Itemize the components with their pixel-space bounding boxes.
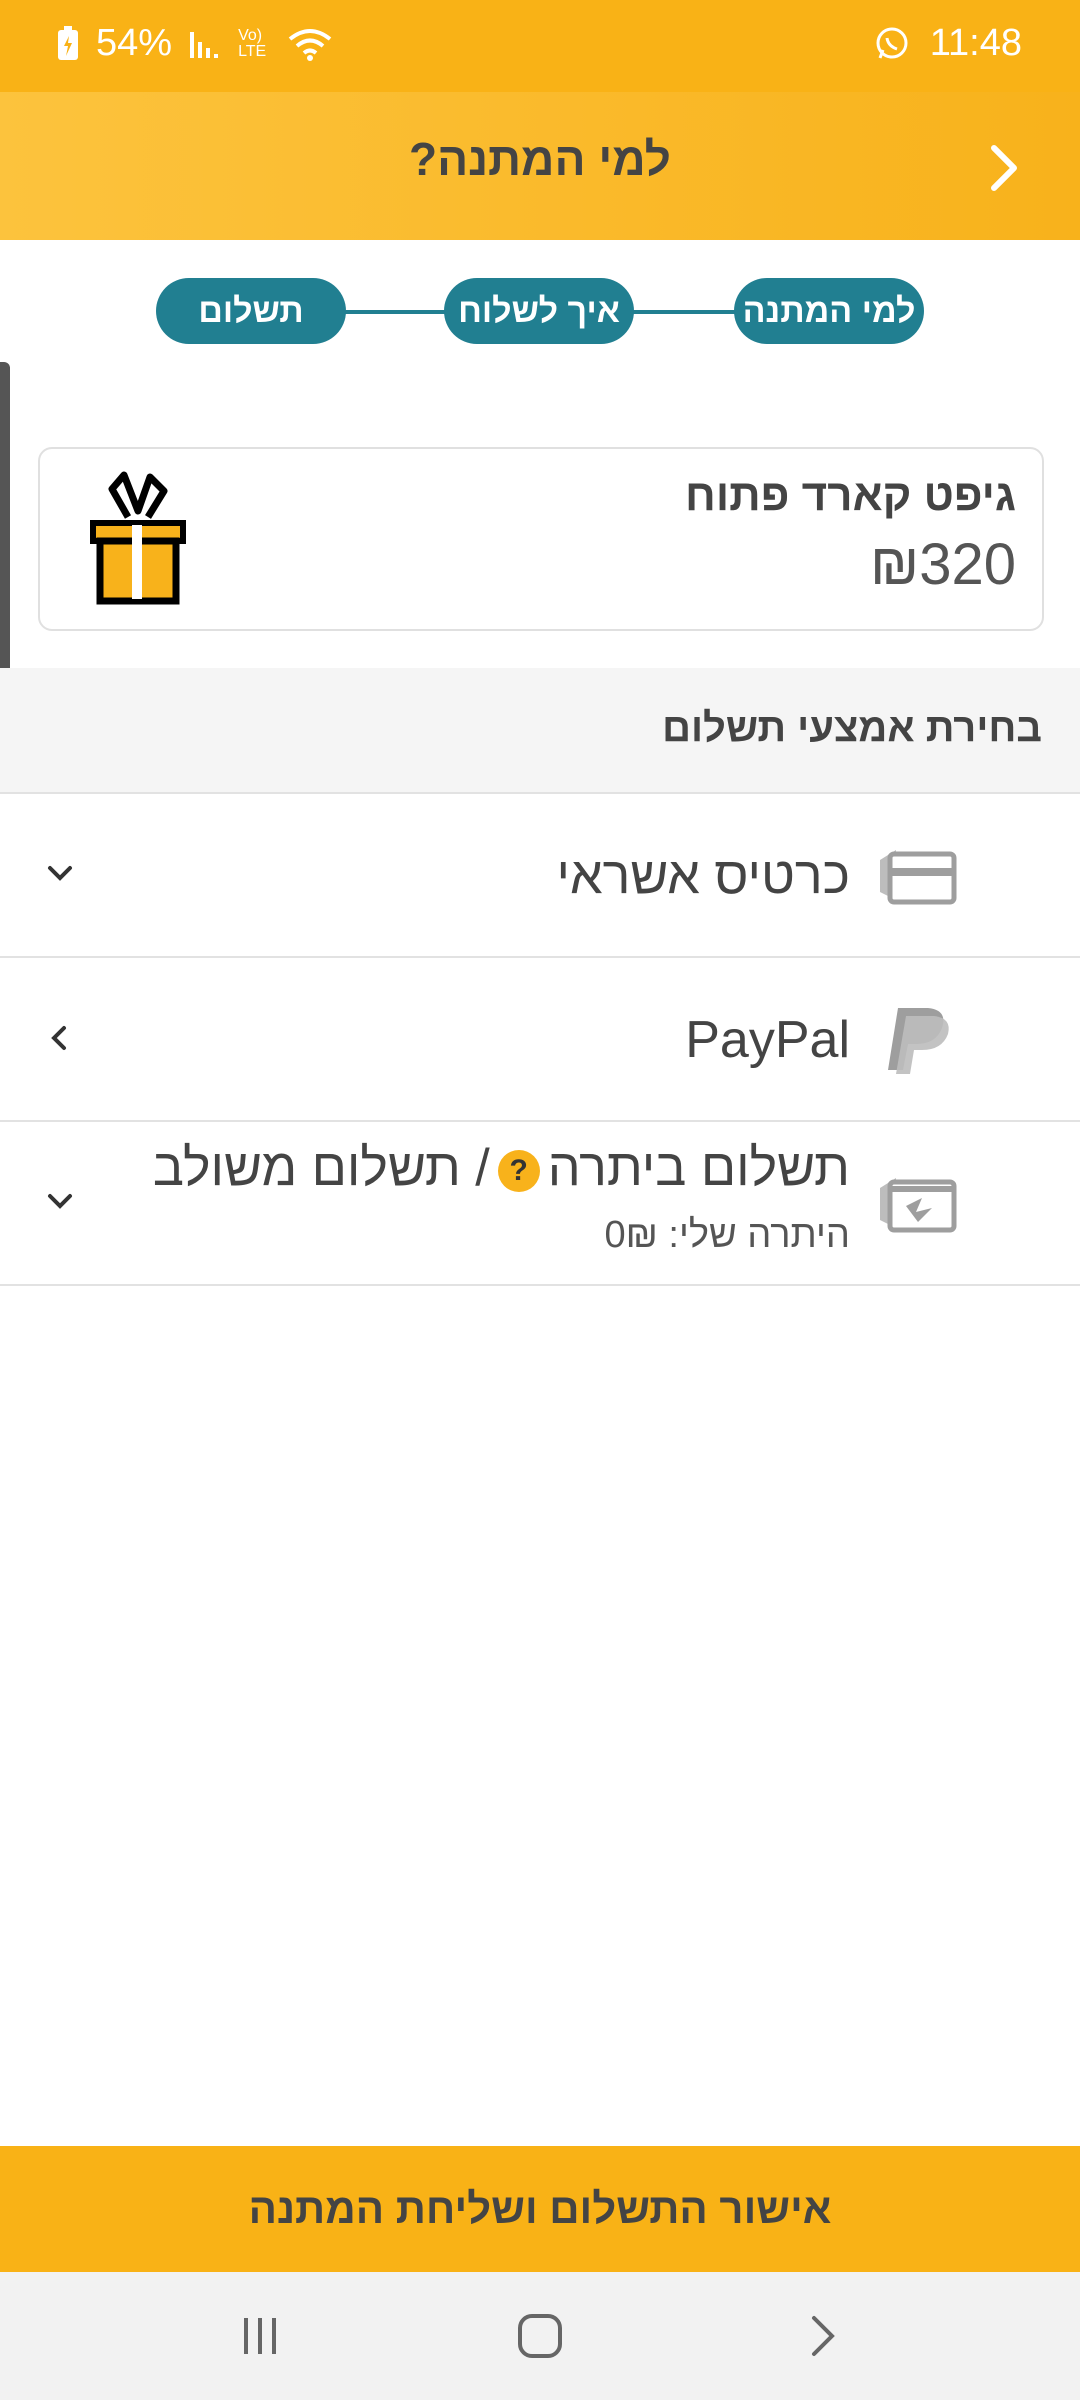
progress-stepper: למי המתנה איך לשלוח תשלום <box>0 240 1080 380</box>
battery-percent: 54% <box>96 22 173 64</box>
step-how-to-send[interactable]: איך לשלוח <box>444 278 634 344</box>
app-header: למי המתנה? <box>0 92 1080 240</box>
battery-icon <box>58 25 78 60</box>
network-label: Vo) LTE <box>238 26 267 60</box>
balance-label: תשלום ביתרה?/ תשלום משולב <box>153 1138 850 1198</box>
step-who[interactable]: למי המתנה <box>734 278 924 344</box>
status-right: 11:48 <box>874 22 1022 65</box>
payment-section-header: בחירת אמצעי תשלום <box>0 668 1080 794</box>
whatsapp-icon <box>876 27 908 59</box>
chevron-down-icon[interactable] <box>42 1184 78 1220</box>
paypal-icon <box>888 1008 949 1074</box>
payment-method-credit-card[interactable]: כרטיס אשראי <box>0 794 1080 958</box>
confirm-payment-button[interactable]: אישור התשלום ושליחת המתנה <box>0 2146 1080 2272</box>
gift-card-summary: גיפט קארד פתוח ₪320 <box>38 447 1044 631</box>
paypal-label: PayPal <box>685 1011 850 1069</box>
payment-method-paypal[interactable]: PayPal <box>0 958 1080 1122</box>
back-icon[interactable] <box>792 2312 852 2362</box>
status-bar: 54% Vo) LTE 11:48 <box>0 0 1080 92</box>
help-icon[interactable]: ? <box>497 1150 540 1193</box>
balance-label-part2: / תשלום משולב <box>152 1139 490 1197</box>
page-title: למי המתנה? <box>409 133 671 185</box>
step-payment[interactable]: תשלום <box>156 278 346 344</box>
recents-icon[interactable] <box>230 2312 290 2362</box>
home-icon[interactable] <box>510 2312 570 2362</box>
chevron-down-icon[interactable] <box>42 856 78 892</box>
clock: 11:48 <box>929 22 1022 64</box>
balance-amount: היתרה שלי: 0₪ <box>604 1214 850 1256</box>
credit-card-label: כרטיס אשראי <box>556 847 850 905</box>
balance-card-icon <box>880 1178 957 1233</box>
payment-method-balance[interactable]: תשלום ביתרה?/ תשלום משולב היתרה שלי: 0₪ <box>0 1122 1080 1286</box>
system-nav-bar <box>0 2272 1080 2400</box>
wifi-icon <box>288 28 332 61</box>
gift-card-name: גיפט קארד פתוח <box>685 471 1016 520</box>
chevron-left-icon[interactable] <box>42 1020 78 1056</box>
gift-card-price: ₪320 <box>869 532 1016 597</box>
payment-section-title: בחירת אמצעי תשלום <box>662 706 1042 750</box>
balance-label-part1: תשלום ביתרה <box>547 1139 850 1197</box>
credit-card-icon <box>880 850 957 905</box>
gift-box-icon <box>90 471 186 605</box>
status-left: 54% Vo) LTE <box>56 22 332 65</box>
signal-icon <box>190 31 219 58</box>
back-arrow-icon[interactable] <box>984 140 1024 196</box>
